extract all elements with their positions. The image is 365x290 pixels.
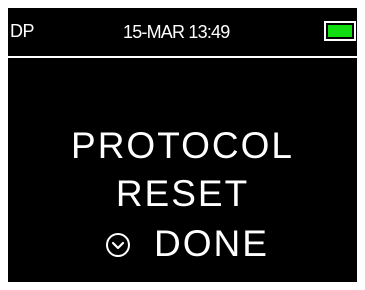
done-button[interactable]: DONE <box>8 224 357 264</box>
date-time: 15-MAR 13:49 <box>123 22 230 42</box>
device-screen: DP 15-MAR 13:49 PROTOCOL RESET DONE <box>8 8 357 282</box>
battery-level-fill <box>328 25 352 37</box>
status-bar: DP 15-MAR 13:49 <box>8 8 357 56</box>
status-divider <box>8 56 357 58</box>
done-label: DONE <box>154 223 269 264</box>
battery-icon <box>324 21 356 41</box>
message-line-reset: RESET <box>115 173 250 214</box>
message-line-protocol: PROTOCOL <box>71 125 294 166</box>
circle-down-arrow-icon <box>106 233 130 257</box>
mode-indicator: DP <box>10 21 35 41</box>
